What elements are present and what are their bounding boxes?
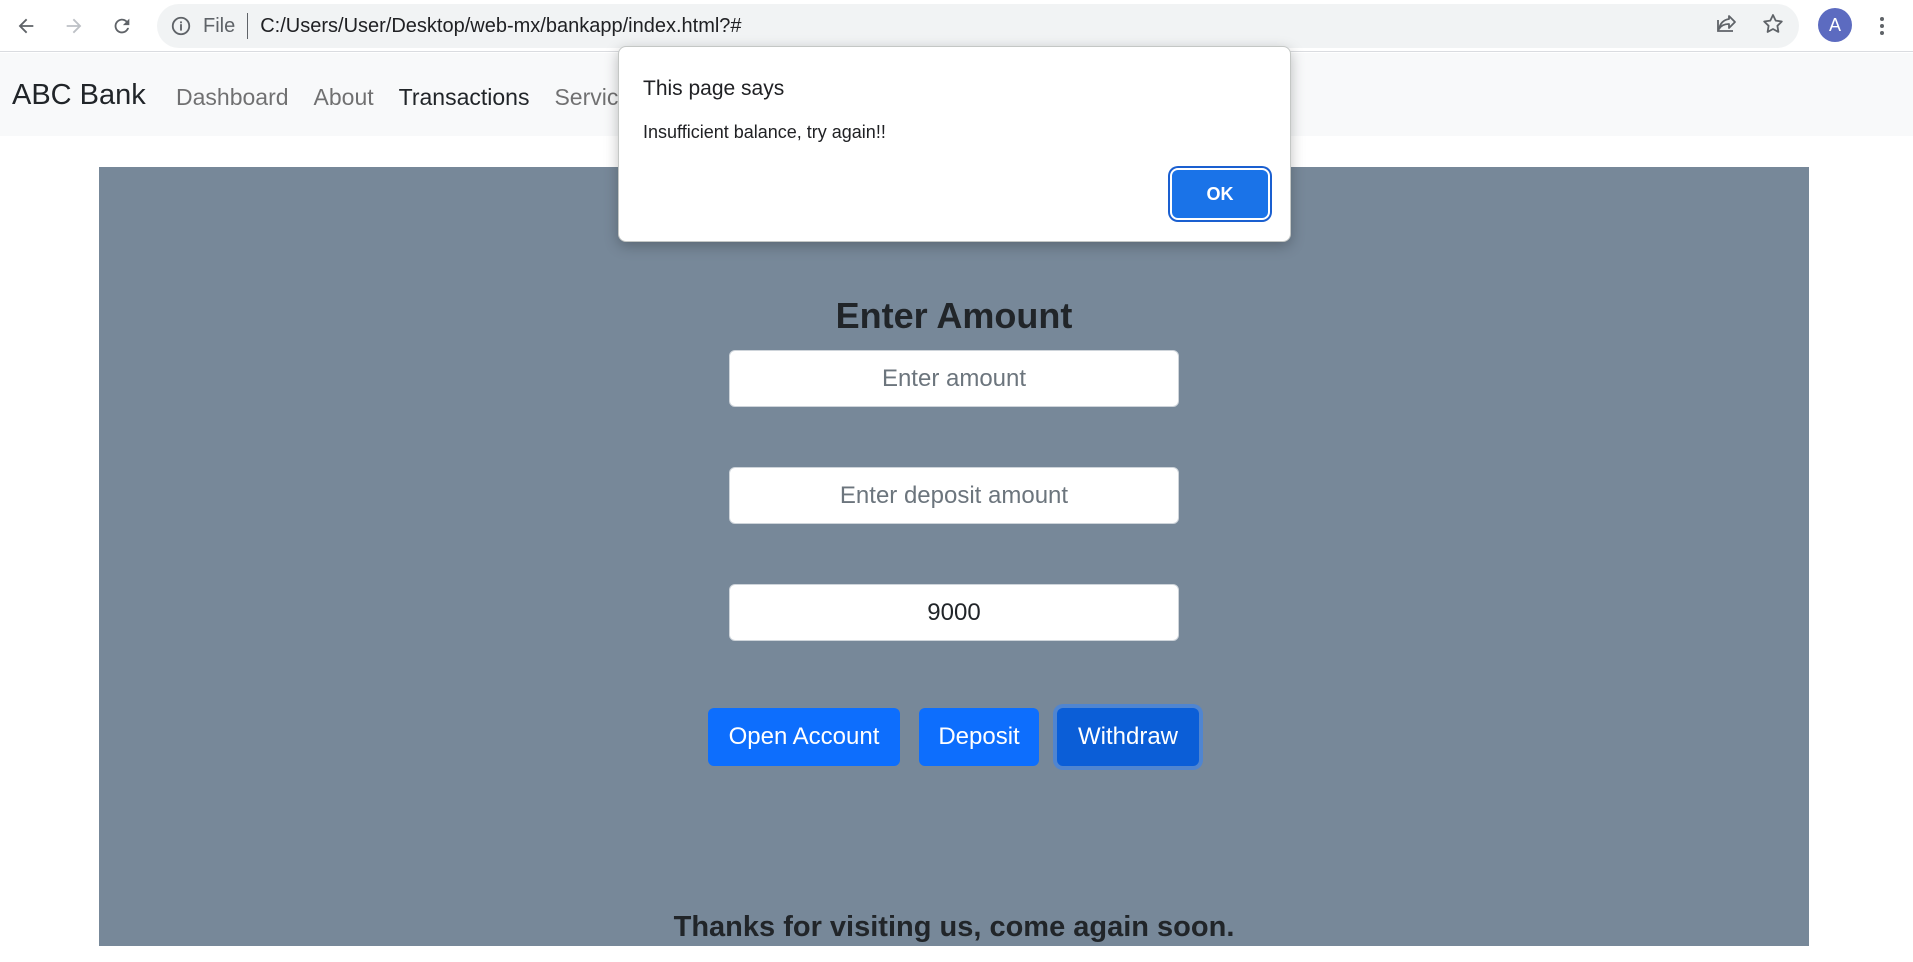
address-bar[interactable]: File C:/Users/User/Desktop/web-mx/bankap…	[157, 4, 1799, 48]
reload-icon[interactable]	[106, 10, 138, 42]
forward-icon[interactable]	[58, 10, 90, 42]
dialog-title: This page says	[643, 77, 785, 100]
brand-logo-text[interactable]: ABC Bank	[12, 79, 146, 112]
transaction-panel: Enter Amount Open Account Deposit Withdr…	[99, 167, 1809, 946]
menu-kebab-icon[interactable]	[1868, 10, 1896, 42]
deposit-amount-input[interactable]	[729, 467, 1179, 524]
url-text[interactable]: C:/Users/User/Desktop/web-mx/bankapp/ind…	[260, 15, 741, 38]
amount-input[interactable]	[729, 350, 1179, 407]
share-icon[interactable]	[1715, 12, 1739, 41]
omnibox-divider	[247, 13, 249, 39]
nav-link-dashboard[interactable]: Dashboard	[176, 84, 289, 111]
dialog-message: Insufficient balance, try again!!	[643, 122, 886, 142]
form-title: Enter Amount	[835, 295, 1073, 336]
nav-link-transactions[interactable]: Transactions	[399, 84, 530, 111]
profile-avatar[interactable]: A	[1818, 8, 1852, 42]
open-account-button[interactable]: Open Account	[708, 708, 900, 766]
footer-message: Thanks for visiting us, come again soon.	[673, 911, 1235, 943]
deposit-button[interactable]: Deposit	[919, 708, 1039, 766]
nav-link-services[interactable]: Servic	[554, 84, 618, 111]
file-scheme-label: File	[203, 14, 236, 37]
bookmark-star-icon[interactable]	[1761, 12, 1785, 41]
nav-link-about[interactable]: About	[314, 84, 374, 111]
site-info-icon[interactable]	[169, 14, 193, 38]
back-icon[interactable]	[10, 10, 42, 42]
browser-toolbar: File C:/Users/User/Desktop/web-mx/bankap…	[0, 0, 1913, 52]
dialog-ok-button[interactable]: OK	[1172, 170, 1268, 218]
withdraw-button[interactable]: Withdraw	[1057, 708, 1199, 766]
nav-links: Dashboard About Transactions Servic	[176, 84, 618, 111]
withdraw-amount-input[interactable]	[729, 584, 1179, 641]
alert-dialog: This page says Insufficient balance, try…	[618, 46, 1291, 242]
